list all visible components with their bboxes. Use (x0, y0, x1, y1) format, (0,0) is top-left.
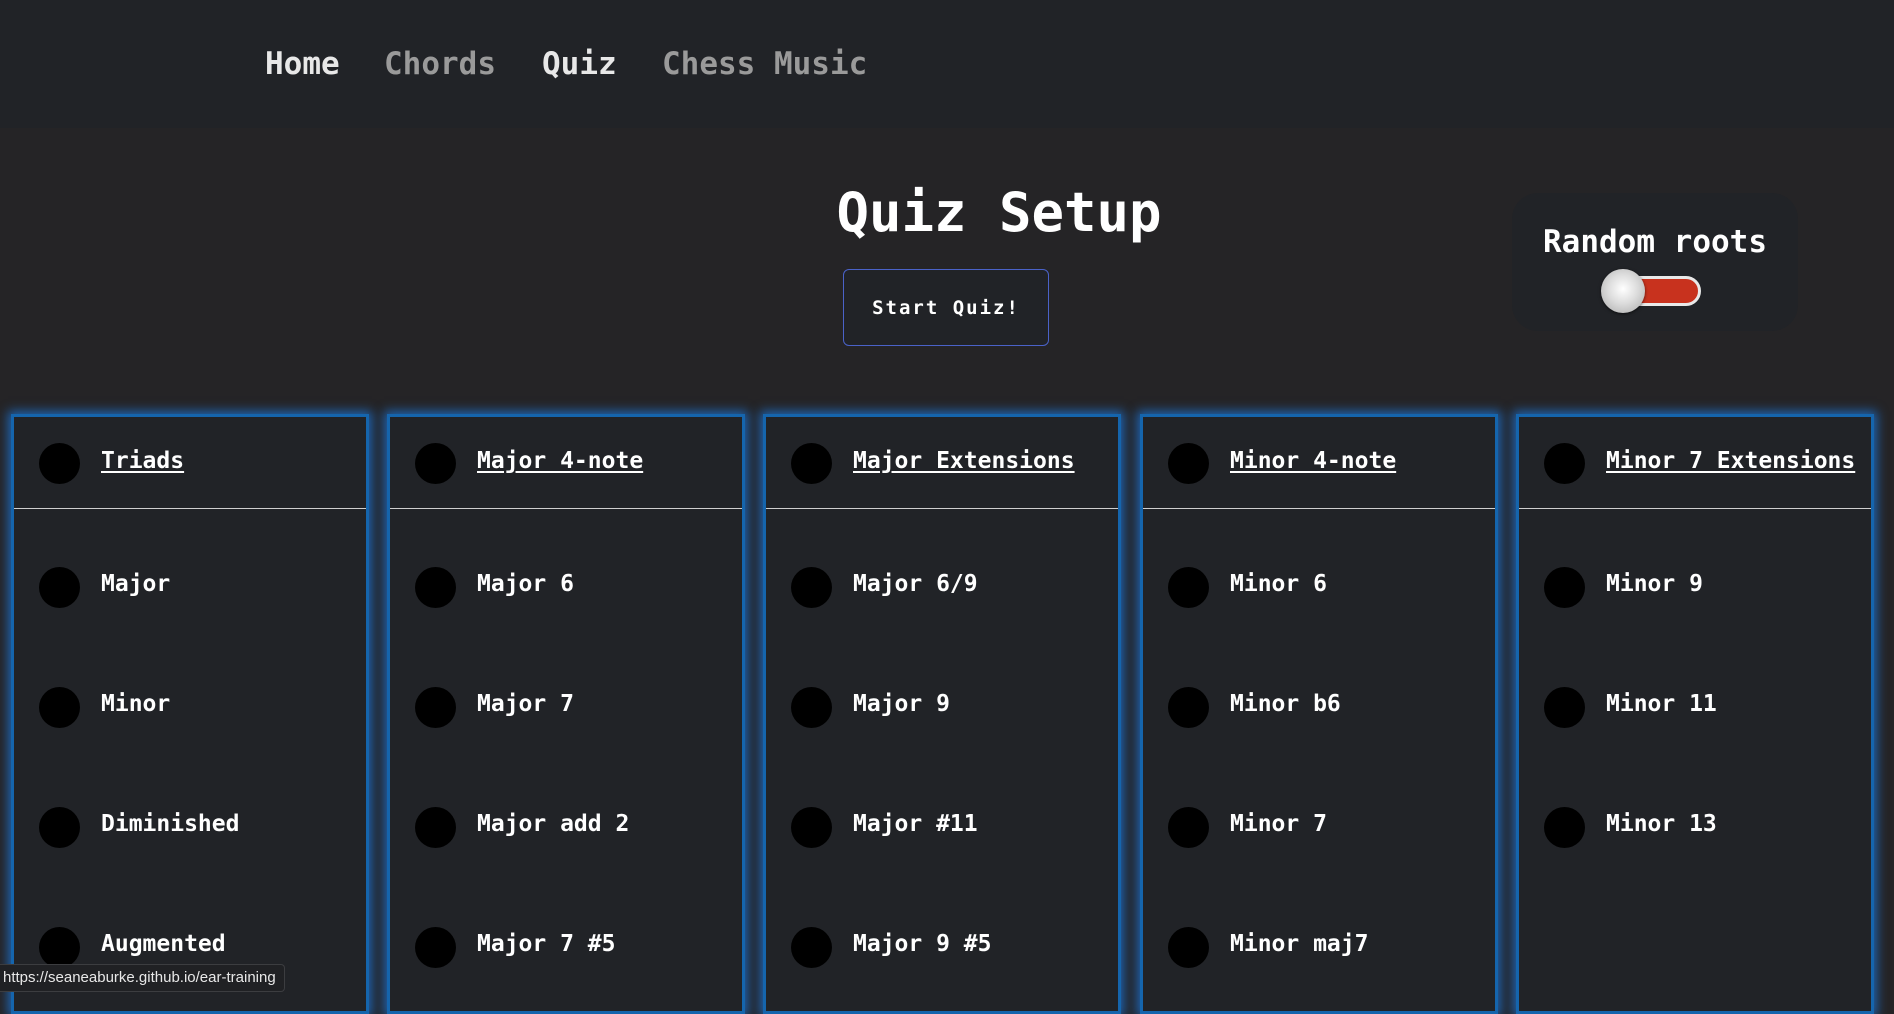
random-roots-toggle[interactable] (1601, 269, 1703, 313)
chord-group-title[interactable]: Triads (101, 446, 184, 476)
chord-option-label: Minor 11 (1606, 691, 1717, 717)
chord-option[interactable]: Minor 9 (1519, 558, 1871, 618)
chord-group-card: Minor 7 Extensions Minor 9 Minor 11 Minor 1… (1516, 414, 1874, 1014)
chord-option-radio[interactable] (39, 687, 80, 728)
toggle-knob (1601, 269, 1645, 313)
chord-option-label: Minor 9 (1606, 571, 1703, 597)
chord-option-radio[interactable] (1544, 687, 1585, 728)
group-select-radio[interactable] (1544, 443, 1585, 484)
chord-option-radio[interactable] (39, 807, 80, 848)
chord-group-card: Minor 4-note Minor 6 Minor b6 Minor 7 Minor … (1140, 414, 1498, 1014)
chord-option[interactable]: Minor (14, 678, 366, 738)
chord-option-radio[interactable] (39, 927, 80, 968)
status-bar-url: https://seaneaburke.github.io/ear-traini… (0, 964, 285, 992)
group-select-radio[interactable] (791, 443, 832, 484)
chord-group-card: Major Extensions Major 6/9 Major 9 Major #1… (763, 414, 1121, 1014)
chord-option[interactable]: Major 6/9 (766, 558, 1118, 618)
chord-group-title[interactable]: Minor 7 Extensions (1606, 446, 1855, 476)
chord-group-header[interactable]: Major 4-note (390, 417, 742, 509)
random-roots-panel: Random roots (1512, 193, 1798, 331)
chord-option-radio[interactable] (1168, 807, 1209, 848)
chord-option-label: Augmented (101, 931, 226, 957)
chord-option-label: Minor maj7 (1230, 931, 1369, 957)
chord-option-radio[interactable] (791, 807, 832, 848)
chord-option-label: Major (101, 571, 171, 597)
chord-group-header[interactable]: Minor 7 Extensions (1519, 417, 1871, 509)
nav-link-quiz[interactable]: Quiz (542, 44, 617, 84)
chord-option-label: Minor 7 (1230, 811, 1327, 837)
chord-option[interactable]: Minor b6 (1143, 678, 1495, 738)
chord-group-card: Major 4-note Major 6 Major 7 Major add 2 Maj… (387, 414, 745, 1014)
chord-option-radio[interactable] (791, 567, 832, 608)
chord-group-title[interactable]: Minor 4-note (1230, 446, 1396, 476)
chord-option[interactable]: Minor 7 (1143, 798, 1495, 858)
chord-option-radio[interactable] (415, 687, 456, 728)
chord-option[interactable]: Diminished (14, 798, 366, 858)
chord-group-header[interactable]: Major Extensions (766, 417, 1118, 509)
chord-option-radio[interactable] (415, 927, 456, 968)
chord-option-label: Major 7 (477, 691, 574, 717)
chord-option-label: Major 6/9 (853, 571, 978, 597)
chord-group-card: Triads Major Minor Diminished Augmented (11, 414, 369, 1014)
chord-option[interactable]: Major 7 #5 (390, 918, 742, 978)
chord-option[interactable]: Major 6 (390, 558, 742, 618)
chord-option-radio[interactable] (1544, 567, 1585, 608)
chord-option-radio[interactable] (1544, 807, 1585, 848)
start-quiz-button[interactable]: Start Quiz! (843, 269, 1049, 346)
nav-link-chords[interactable]: Chords (384, 44, 496, 84)
chord-option[interactable]: Minor 13 (1519, 798, 1871, 858)
chord-group-header[interactable]: Minor 4-note (1143, 417, 1495, 509)
chord-option-radio[interactable] (1168, 687, 1209, 728)
chord-option-label: Major 9 #5 (853, 931, 992, 957)
chord-option-radio[interactable] (1168, 927, 1209, 968)
chord-group-header[interactable]: Triads (14, 417, 366, 509)
chord-option-label: Minor (101, 691, 171, 717)
chord-group-title[interactable]: Major 4-note (477, 446, 643, 476)
chord-option[interactable]: Minor maj7 (1143, 918, 1495, 978)
chord-option-radio[interactable] (1168, 567, 1209, 608)
chord-option-label: Major add 2 (477, 811, 630, 837)
chord-option-label: Diminished (101, 811, 240, 837)
chord-option-label: Major 9 (853, 691, 950, 717)
chord-option[interactable]: Minor 6 (1143, 558, 1495, 618)
chord-option-radio[interactable] (39, 567, 80, 608)
chord-option-label: Major #11 (853, 811, 978, 837)
chord-option-label: Major 7 #5 (477, 931, 616, 957)
chord-option-label: Minor 6 (1230, 571, 1327, 597)
chord-option[interactable]: Major 9 #5 (766, 918, 1118, 978)
nav-link-chess-music[interactable]: Chess Music (662, 44, 867, 84)
top-navbar: Home Chords Quiz Chess Music (0, 0, 1894, 128)
random-roots-label: Random roots (1543, 224, 1767, 260)
chord-option[interactable]: Major 7 (390, 678, 742, 738)
page-title: Quiz Setup (836, 181, 1162, 244)
chord-option-radio[interactable] (415, 567, 456, 608)
group-select-radio[interactable] (39, 443, 80, 484)
chord-option-label: Major 6 (477, 571, 574, 597)
group-select-radio[interactable] (415, 443, 456, 484)
chord-group-title[interactable]: Major Extensions (853, 446, 1075, 476)
chord-option[interactable]: Major #11 (766, 798, 1118, 858)
chord-option[interactable]: Minor 11 (1519, 678, 1871, 738)
chord-option[interactable]: Major (14, 558, 366, 618)
chord-option-radio[interactable] (791, 687, 832, 728)
chord-option-radio[interactable] (791, 927, 832, 968)
chord-option[interactable]: Major 9 (766, 678, 1118, 738)
chord-option-radio[interactable] (415, 807, 456, 848)
group-select-radio[interactable] (1168, 443, 1209, 484)
nav-link-home[interactable]: Home (265, 44, 340, 84)
chord-option-label: Minor b6 (1230, 691, 1341, 717)
chord-option-label: Minor 13 (1606, 811, 1717, 837)
chord-option[interactable]: Major add 2 (390, 798, 742, 858)
